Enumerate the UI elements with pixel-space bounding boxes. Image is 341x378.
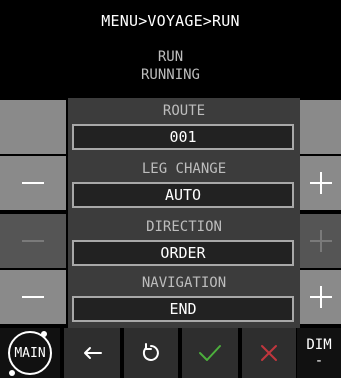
leg-change-label: LEG CHANGE	[141, 161, 227, 177]
plus-icon	[309, 286, 332, 308]
navigation-field: NAVIGATION END	[68, 270, 300, 328]
direction-decrease-button[interactable]	[0, 214, 66, 268]
navigation-label: NAVIGATION	[141, 275, 227, 291]
x-icon	[261, 345, 277, 361]
dim-button[interactable]: DIM -	[297, 328, 341, 378]
minus-icon	[22, 182, 44, 184]
direction-increase-button[interactable]	[300, 214, 341, 268]
navigation-increase-button[interactable]	[300, 270, 341, 324]
run-screen: MENU>VOYAGE>RUN RUN RUNNING ROUTE 001 LE…	[0, 0, 341, 378]
cancel-button[interactable]	[242, 328, 296, 378]
dim-label: DIM	[306, 337, 332, 353]
reset-button[interactable]	[124, 328, 178, 378]
leg-change-decrease-button[interactable]	[0, 156, 66, 210]
minus-icon	[22, 296, 44, 298]
status-state: RUNNING	[140, 67, 200, 83]
route-value[interactable]: 001	[72, 124, 294, 150]
minus-icon	[22, 240, 44, 242]
direction-field: DIRECTION ORDER	[68, 214, 300, 272]
dim-value: -	[314, 353, 324, 369]
route-decrease-button[interactable]	[0, 100, 66, 154]
left-arrow-icon	[84, 347, 102, 359]
confirm-button[interactable]	[182, 328, 238, 378]
direction-value[interactable]: ORDER	[72, 240, 294, 266]
bottom-toolbar: MAIN DIM -	[0, 328, 341, 378]
main-button-label: MAIN	[14, 345, 46, 361]
refresh-icon	[142, 343, 159, 361]
dot-icon	[9, 370, 15, 376]
status-mode: RUN	[157, 49, 184, 65]
navigation-value[interactable]: END	[72, 296, 294, 322]
route-increase-button[interactable]	[300, 100, 341, 154]
breadcrumb: MENU>VOYAGE>RUN	[101, 12, 240, 30]
back-button[interactable]	[64, 328, 120, 378]
route-label: ROUTE	[162, 103, 206, 119]
route-field: ROUTE 001	[68, 98, 300, 156]
plus-icon	[309, 172, 332, 194]
main-button[interactable]: MAIN	[0, 328, 60, 378]
check-icon	[199, 345, 221, 361]
direction-label: DIRECTION	[146, 219, 222, 235]
main-button-ring: MAIN	[8, 331, 52, 375]
navigation-decrease-button[interactable]	[0, 270, 66, 324]
leg-change-increase-button[interactable]	[300, 156, 341, 210]
leg-change-value[interactable]: AUTO	[72, 182, 294, 208]
leg-change-field: LEG CHANGE AUTO	[68, 156, 300, 214]
plus-icon	[309, 230, 332, 252]
dot-icon	[41, 331, 47, 337]
status-display: RUN RUNNING	[0, 48, 341, 84]
